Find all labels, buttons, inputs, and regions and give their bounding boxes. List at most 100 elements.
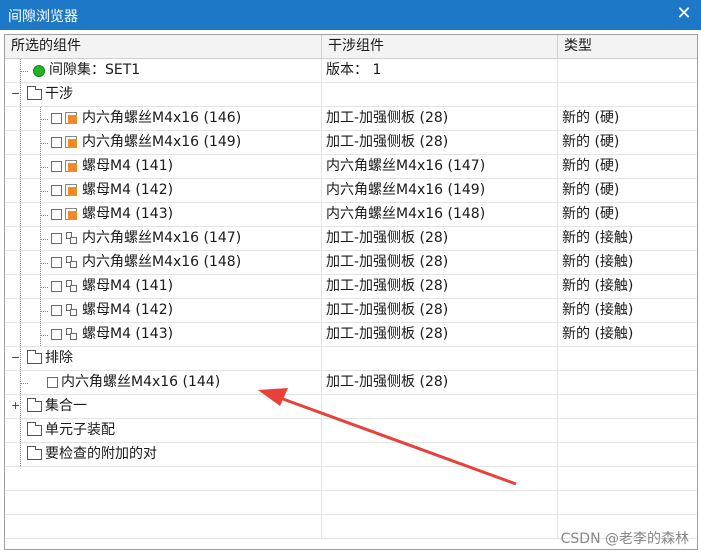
cell-type <box>558 419 697 442</box>
tree-row[interactable]: 螺母M4 (143) 加工-加强侧板 (28) 新的 (接触) <box>5 323 697 347</box>
status-ok-icon <box>33 64 45 77</box>
column-selected-components[interactable]: 所选的组件 <box>5 35 322 58</box>
tree-item-label: 内六角螺丝M4x16 (149) <box>82 134 242 150</box>
hard-interference-icon <box>65 184 78 197</box>
checkbox[interactable] <box>51 329 62 340</box>
tree-row[interactable]: 螺母M4 (142) 内六角螺丝M4x16 (149) 新的 (硬) <box>5 179 697 203</box>
cell-selected-component: − 干涉 <box>5 83 322 106</box>
cell-selected-component: 内六角螺丝M4x16 (148) <box>5 251 322 274</box>
cell-interfering-component: 内六角螺丝M4x16 (147) <box>322 155 558 178</box>
checkbox[interactable] <box>51 137 62 148</box>
cell-interfering-component: 内六角螺丝M4x16 (149) <box>322 179 558 202</box>
checkbox[interactable] <box>51 113 62 124</box>
folder-icon <box>27 86 42 100</box>
checkbox[interactable] <box>51 281 62 292</box>
tree-row[interactable]: 螺母M4 (141) 内六角螺丝M4x16 (147) 新的 (硬) <box>5 155 697 179</box>
cell-type: 新的 (接触) <box>562 278 634 294</box>
cell-selected-component: 单元子装配 <box>5 419 322 442</box>
tree-item-label: 螺母M4 (141) <box>82 158 174 174</box>
touch-interference-icon <box>65 304 78 317</box>
tree-item-label: 集合一 <box>45 398 87 414</box>
cell-selected-component: 内六角螺丝M4x16 (146) <box>5 107 322 130</box>
checkbox[interactable] <box>51 233 62 244</box>
cell-selected-component: 螺母M4 (141) <box>5 275 322 298</box>
cell-interfering-component: 加工-加强侧板 (28) <box>322 227 558 250</box>
cell-interfering-component: 内六角螺丝M4x16 (148) <box>322 203 558 226</box>
touch-interference-icon <box>65 256 78 269</box>
empty-row <box>5 467 697 491</box>
tree-row[interactable]: 间隙集：SET1 版本： 1 <box>5 59 697 83</box>
touch-interference-icon <box>65 280 78 293</box>
cell-selected-component: 螺母M4 (141) <box>5 155 322 178</box>
tree-row[interactable]: 要检查的附加的对 <box>5 443 697 467</box>
hard-interference-icon <box>65 208 78 221</box>
tree-rows: 间隙集：SET1 版本： 1 − 干涉 内六角螺丝M4x16 (146) 加工-加强侧板 … <box>5 59 697 539</box>
tree-item-label: 螺母M4 (141) <box>82 278 174 294</box>
cell-type: 新的 (接触) <box>562 326 634 342</box>
tree-row[interactable]: 内六角螺丝M4x16 (146) 加工-加强侧板 (28) 新的 (硬) <box>5 107 697 131</box>
tree-item-label: 螺母M4 (142) <box>82 302 174 318</box>
hard-interference-icon <box>65 160 78 173</box>
cell-interfering-component <box>322 443 558 466</box>
cell-selected-component <box>5 515 322 538</box>
tree-item-label: 排除 <box>45 350 73 366</box>
cell-interfering-component <box>322 395 558 418</box>
cell-selected-component: 螺母M4 (142) <box>5 299 322 322</box>
tree-row[interactable]: 内六角螺丝M4x16 (144) 加工-加强侧板 (28) <box>5 371 697 395</box>
tree-row[interactable]: 螺母M4 (143) 内六角螺丝M4x16 (148) 新的 (硬) <box>5 203 697 227</box>
cell-selected-component: 螺母M4 (142) <box>5 179 322 202</box>
cell-type: 新的 (硬) <box>562 206 620 222</box>
cell-selected-component: 内六角螺丝M4x16 (147) <box>5 227 322 250</box>
cell-interfering-component: 加工-加强侧板 (28) <box>322 323 558 346</box>
checkbox[interactable] <box>47 377 58 388</box>
folder-icon <box>27 350 42 364</box>
collapse-icon[interactable]: − <box>11 352 20 363</box>
expand-icon[interactable]: + <box>11 400 20 411</box>
column-header: 所选的组件 干涉组件 类型 <box>5 35 697 59</box>
cell-interfering-component: 加工-加强侧板 (28) <box>322 299 558 322</box>
empty-row <box>5 491 697 515</box>
watermark: CSDN @老李的森林 <box>560 531 689 547</box>
tree-item-label: 内六角螺丝M4x16 (147) <box>82 230 242 246</box>
tree-row[interactable]: 内六角螺丝M4x16 (147) 加工-加强侧板 (28) 新的 (接触) <box>5 227 697 251</box>
column-type[interactable]: 类型 <box>558 35 697 58</box>
tree-row[interactable]: 螺母M4 (141) 加工-加强侧板 (28) 新的 (接触) <box>5 275 697 299</box>
cell-type: 新的 (硬) <box>562 182 620 198</box>
tree-item-label: 内六角螺丝M4x16 (146) <box>82 110 242 126</box>
tree-row[interactable]: 内六角螺丝M4x16 (149) 加工-加强侧板 (28) 新的 (硬) <box>5 131 697 155</box>
tree-row[interactable]: + 集合一 <box>5 395 697 419</box>
checkbox[interactable] <box>51 209 62 220</box>
tree-row[interactable]: − 排除 <box>5 347 697 371</box>
tree-item-label: 螺母M4 (143) <box>82 206 174 222</box>
window-titlebar: 间隙浏览器 ✕ <box>0 0 701 30</box>
checkbox[interactable] <box>51 257 62 268</box>
cell-type <box>558 443 697 466</box>
cell-type <box>558 491 697 514</box>
close-icon[interactable]: ✕ <box>673 3 695 25</box>
checkbox[interactable] <box>51 161 62 172</box>
cell-type: 新的 (硬) <box>562 158 620 174</box>
collapse-icon[interactable]: − <box>11 88 20 99</box>
checkbox[interactable] <box>51 185 62 196</box>
cell-interfering-component: 版本： 1 <box>322 59 558 82</box>
cell-type <box>558 395 697 418</box>
cell-interfering-component: 加工-加强侧板 (28) <box>322 371 558 394</box>
touch-interference-icon <box>65 232 78 245</box>
cell-interfering-component <box>322 347 558 370</box>
cell-selected-component: − 排除 <box>5 347 322 370</box>
tree-item-label: 干涉 <box>45 86 73 102</box>
cell-interfering-component <box>322 83 558 106</box>
tree-row[interactable]: 内六角螺丝M4x16 (148) 加工-加强侧板 (28) 新的 (接触) <box>5 251 697 275</box>
tree-row[interactable]: 单元子装配 <box>5 419 697 443</box>
column-interfering-components[interactable]: 干涉组件 <box>322 35 558 58</box>
tree-item-label: 单元子装配 <box>45 422 115 438</box>
cell-interfering-component <box>322 491 558 514</box>
tree-row[interactable]: − 干涉 <box>5 83 697 107</box>
cell-type: 新的 (硬) <box>562 110 620 126</box>
cell-interfering-component: 加工-加强侧板 (28) <box>322 275 558 298</box>
cell-selected-component: 内六角螺丝M4x16 (149) <box>5 131 322 154</box>
checkbox[interactable] <box>51 305 62 316</box>
tree-row[interactable]: 螺母M4 (142) 加工-加强侧板 (28) 新的 (接触) <box>5 299 697 323</box>
cell-type: 新的 (接触) <box>562 302 634 318</box>
cell-type <box>558 347 697 370</box>
